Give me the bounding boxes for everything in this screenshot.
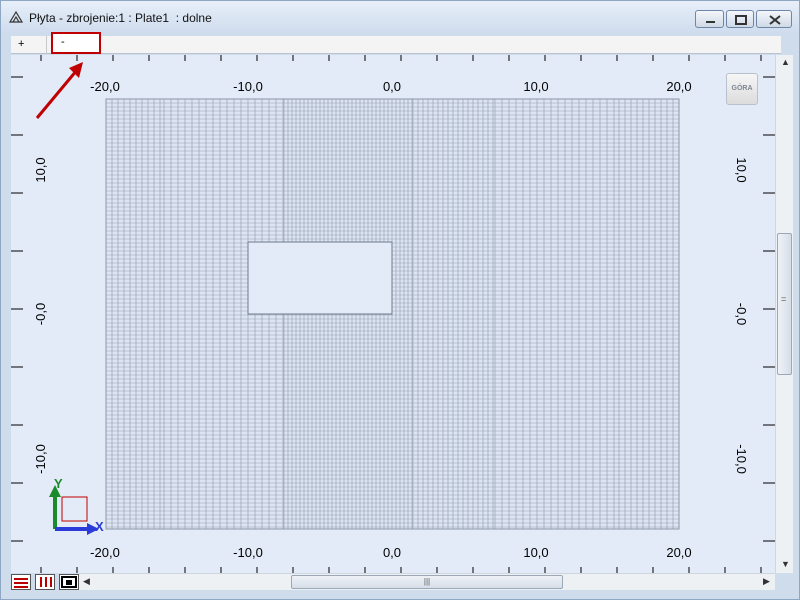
minimize-icon [706, 21, 715, 23]
plate-view[interactable]: -20,0 -20,0 -10,0 -10,0 0,0 0,0 10,0 10,0 20,0 20… [11, 55, 775, 573]
horizontal-scrollbar[interactable]: ◀ ||| ▶ [79, 573, 775, 590]
fe-mesh [105, 98, 680, 530]
scroll-left-icon[interactable]: ◀ [83, 576, 90, 587]
x-tick-label-bottom: 10,0 [523, 545, 548, 560]
x-tick-label-bottom: 20,0 [666, 545, 691, 560]
scroll-up-icon[interactable]: ▲ [781, 57, 790, 67]
close-button[interactable] [756, 10, 792, 28]
tab-plus[interactable]: + [11, 36, 47, 54]
x-tick-label-top: 10,0 [523, 79, 548, 94]
maximize-icon [735, 15, 747, 25]
horizontal-bars-view-button[interactable] [11, 574, 31, 590]
x-tick-label-bottom: -20,0 [90, 545, 120, 560]
section-icon [61, 576, 77, 588]
section-view-button[interactable] [59, 574, 79, 590]
view-mode-buttons [11, 574, 79, 590]
x-tick-label-bottom: -10,0 [233, 545, 263, 560]
vertical-grip: = [781, 294, 787, 304]
vertical-bars-icon [40, 577, 52, 587]
plate-drawing: -20,0 -20,0 -10,0 -10,0 0,0 0,0 10,0 10,0 20,0 20… [11, 55, 775, 573]
app-icon [9, 10, 23, 23]
tab-minus[interactable]: - [51, 32, 101, 54]
axis-y-label: Y [54, 476, 63, 491]
coordinate-axes: Y X [49, 476, 104, 535]
axis-origin-box [61, 496, 88, 522]
x-tick-label-top: -10,0 [233, 79, 263, 94]
horizontal-bars-icon [14, 578, 28, 588]
title-bar[interactable]: Płyta - zbrojenie:1 : Plate1 : dolne [1, 1, 799, 33]
y-tick-label-left: -10,0 [33, 444, 48, 474]
scroll-right-icon[interactable]: ▶ [763, 576, 770, 587]
vertical-scroll-thumb[interactable]: = [777, 233, 792, 375]
y-tick-label-right: 10,0 [734, 157, 749, 182]
top-view-button[interactable]: GÓRA [726, 73, 758, 105]
axis-x-label: X [95, 519, 104, 534]
y-tick-label-left: 10,0 [33, 157, 48, 182]
plate-opening [247, 241, 393, 315]
vertical-scrollbar[interactable]: ▲ = ▼ [775, 55, 793, 573]
annotation-arrow [35, 62, 83, 119]
x-tick-label-bottom: 0,0 [383, 545, 401, 560]
y-tick-label-left: -0,0 [33, 303, 48, 325]
maximize-button[interactable] [726, 10, 754, 28]
window-title: Płyta - zbrojenie:1 : Plate1 : dolne [29, 11, 212, 25]
x-tick-label-top: 20,0 [666, 79, 691, 94]
x-tick-label-top: -20,0 [90, 79, 120, 94]
horizontal-scroll-thumb[interactable]: ||| [291, 575, 563, 589]
window: Płyta - zbrojenie:1 : Plate1 : dolne + -… [0, 0, 800, 600]
y-tick-label-right: -0,0 [734, 303, 749, 325]
tab-bar: + - [11, 32, 781, 54]
y-tick-label-right: -10,0 [734, 444, 749, 474]
minimize-button[interactable] [695, 10, 724, 28]
close-icon [769, 15, 781, 25]
scroll-down-icon[interactable]: ▼ [781, 559, 790, 569]
horizontal-grip: ||| [423, 577, 431, 586]
x-tick-label-top: 0,0 [383, 79, 401, 94]
vertical-bars-view-button[interactable] [35, 574, 55, 590]
